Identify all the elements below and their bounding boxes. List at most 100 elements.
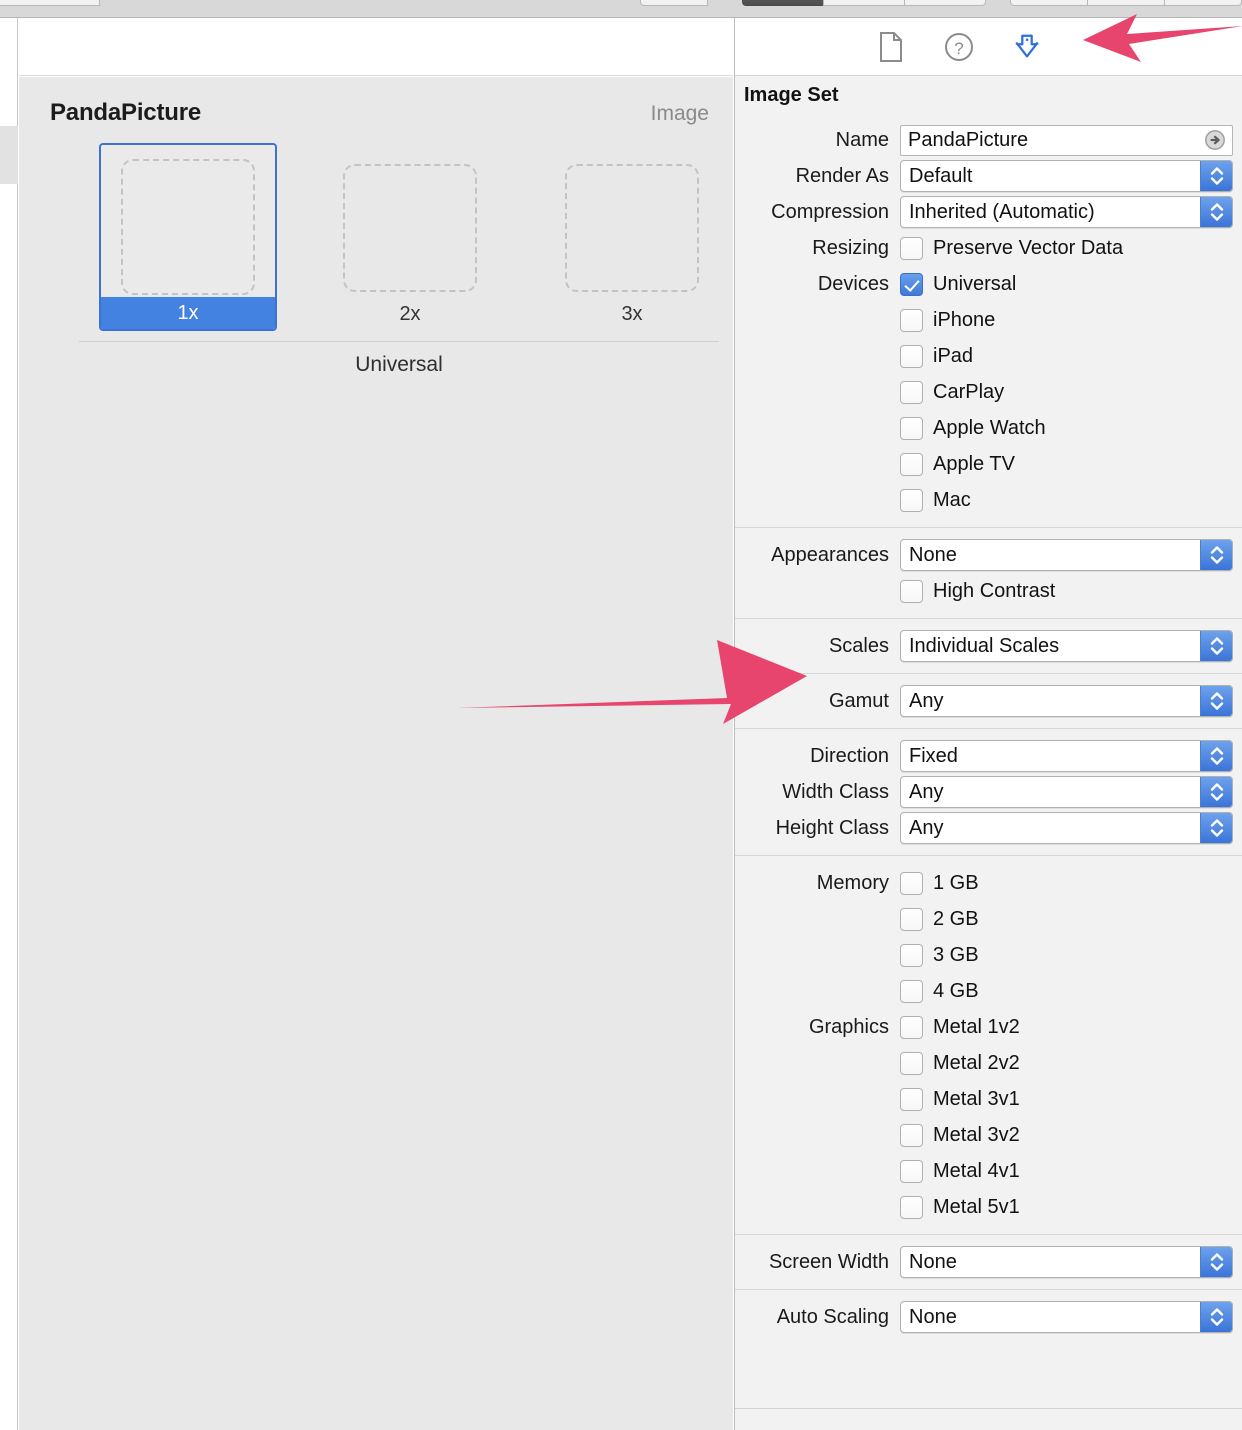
checkbox-box[interactable]	[900, 907, 923, 931]
toolbar-segment[interactable]	[0, 0, 100, 6]
checkbox-box[interactable]	[900, 452, 923, 476]
render-as-select[interactable]: Default	[900, 160, 1233, 192]
chevron-updown-icon[interactable]	[1200, 741, 1232, 771]
toolbar-segment[interactable]	[1010, 0, 1088, 6]
appearances-label: Appearances	[771, 543, 889, 566]
auto-scaling-select[interactable]: None	[900, 1301, 1233, 1333]
gamut-select[interactable]: Any	[900, 685, 1233, 717]
checkbox-box[interactable]	[900, 380, 923, 404]
graphics-checkbox-metal-5v1[interactable]: Metal 5v1	[900, 1189, 1020, 1225]
device-checkbox-ipad[interactable]: iPad	[900, 338, 973, 374]
render-as-label: Render As	[795, 164, 889, 187]
checkbox-box[interactable]	[900, 979, 923, 1003]
divider	[79, 341, 719, 342]
section-screen-width: Screen Width None	[735, 1234, 1242, 1289]
device-checkbox-carplay[interactable]: CarPlay	[900, 374, 1004, 410]
checkbox-box[interactable]	[900, 272, 923, 296]
toolbar-segment-group-right[interactable]	[1010, 0, 1242, 6]
toolbar-segment-group-left[interactable]	[0, 0, 100, 6]
chevron-updown-icon[interactable]	[1200, 686, 1232, 716]
checkbox-box[interactable]	[900, 1195, 923, 1219]
toolbar-segment[interactable]	[640, 0, 708, 6]
checkbox-box[interactable]	[900, 236, 923, 260]
memory-checkbox-2gb[interactable]: 2 GB	[900, 901, 979, 937]
toolbar-segment[interactable]	[823, 0, 905, 6]
chevron-updown-icon[interactable]	[1200, 631, 1232, 661]
checkbox-label: Apple Watch	[933, 416, 1046, 439]
memory-checkbox-1gb[interactable]: 1 GB	[900, 865, 979, 901]
graphics-checkbox-metal-2v2[interactable]: Metal 2v2	[900, 1045, 1020, 1081]
checkbox-box[interactable]	[900, 1159, 923, 1183]
chevron-updown-icon[interactable]	[1200, 777, 1232, 807]
appearances-select[interactable]: None	[900, 539, 1233, 571]
image-well-1x[interactable]: 1x	[99, 143, 277, 331]
device-checkbox-apple-tv[interactable]: Apple TV	[900, 446, 1015, 482]
toolbar-segment-group-editor[interactable]	[742, 0, 986, 6]
checkbox-box[interactable]	[900, 943, 923, 967]
compression-select[interactable]: Inherited (Automatic)	[900, 196, 1233, 228]
preserve-vector-data-checkbox[interactable]: Preserve Vector Data	[900, 230, 1123, 266]
row-width-class: Width Class Any	[735, 774, 1242, 810]
graphics-checkbox-metal-1v2[interactable]: Metal 1v2	[900, 1009, 1020, 1045]
row-compression: Compression Inherited (Automatic)	[735, 194, 1242, 230]
checkbox-box[interactable]	[900, 1087, 923, 1111]
scales-select[interactable]: Individual Scales	[900, 630, 1233, 662]
checkbox-box[interactable]	[900, 1051, 923, 1075]
direction-value: Fixed	[909, 744, 958, 767]
device-checkbox-apple-watch[interactable]: Apple Watch	[900, 410, 1046, 446]
height-class-select[interactable]: Any	[900, 812, 1233, 844]
toolbar-segment[interactable]	[1164, 0, 1242, 6]
editor-canvas[interactable]: PandaPicture Image 1x 2x 3x Universal	[19, 77, 733, 1430]
checkbox-box[interactable]	[900, 1123, 923, 1147]
chevron-updown-icon[interactable]	[1200, 813, 1232, 843]
direction-select[interactable]: Fixed	[900, 740, 1233, 772]
memory-checkbox-4gb[interactable]: 4 GB	[900, 973, 979, 1009]
inspector-footer[interactable]	[735, 1409, 1242, 1430]
chevron-updown-icon[interactable]	[1200, 1302, 1232, 1332]
toolbar-segment-active[interactable]	[742, 0, 824, 6]
screen-width-select[interactable]: None	[900, 1246, 1233, 1278]
device-checkbox-universal[interactable]: Universal	[900, 266, 1016, 302]
navigator-strip[interactable]	[0, 18, 18, 1430]
high-contrast-checkbox[interactable]: High Contrast	[900, 573, 1055, 609]
checkbox-box[interactable]	[900, 871, 923, 895]
checkbox-box[interactable]	[900, 344, 923, 368]
chevron-updown-icon[interactable]	[1200, 197, 1232, 227]
toolbar-segment-group-mid[interactable]	[640, 0, 708, 6]
drop-target[interactable]	[121, 159, 255, 295]
checkbox-box[interactable]	[900, 1015, 923, 1039]
toolbar-segment[interactable]	[1087, 0, 1165, 6]
name-input[interactable]: PandaPicture	[900, 124, 1233, 156]
checkbox-label: High Contrast	[933, 579, 1056, 602]
file-inspector-icon[interactable]	[876, 31, 906, 62]
quick-help-icon[interactable]: ?	[944, 32, 974, 62]
graphics-checkbox-metal-4v1[interactable]: Metal 4v1	[900, 1153, 1020, 1189]
reveal-arrow-icon[interactable]	[1204, 129, 1226, 151]
checkbox-box[interactable]	[900, 579, 923, 603]
drop-target[interactable]	[343, 164, 477, 292]
checkbox-box[interactable]	[900, 308, 923, 332]
image-well-3x[interactable]: 3x	[543, 143, 721, 331]
width-class-select[interactable]: Any	[900, 776, 1233, 808]
drop-target[interactable]	[565, 164, 699, 292]
graphics-checkbox-metal-3v1[interactable]: Metal 3v1	[900, 1081, 1020, 1117]
device-checkbox-mac[interactable]: Mac	[900, 482, 971, 518]
checkbox-box[interactable]	[900, 416, 923, 440]
navigator-selected-row[interactable]	[0, 126, 18, 184]
chevron-updown-icon[interactable]	[1200, 540, 1232, 570]
memory-checkbox-3gb[interactable]: 3 GB	[900, 937, 979, 973]
row-direction: Direction Fixed	[735, 738, 1242, 774]
device-checkbox-iphone[interactable]: iPhone	[900, 302, 995, 338]
section-scales: Scales Individual Scales	[735, 618, 1242, 673]
chevron-updown-icon[interactable]	[1200, 1247, 1232, 1277]
graphics-label: Graphics	[808, 1015, 889, 1038]
image-well-2x[interactable]: 2x	[321, 143, 499, 331]
slicing-inspector-icon[interactable]	[1012, 32, 1042, 62]
appearances-value: None	[909, 543, 957, 566]
scales-label: Scales	[828, 634, 889, 657]
checkbox-box[interactable]	[900, 488, 923, 512]
chevron-updown-icon[interactable]	[1200, 161, 1232, 191]
toolbar-segment[interactable]	[904, 0, 986, 6]
section-direction-sizeclass: Direction Fixed Width Class Any Height C…	[735, 728, 1242, 855]
graphics-checkbox-metal-3v2[interactable]: Metal 3v2	[900, 1117, 1020, 1153]
